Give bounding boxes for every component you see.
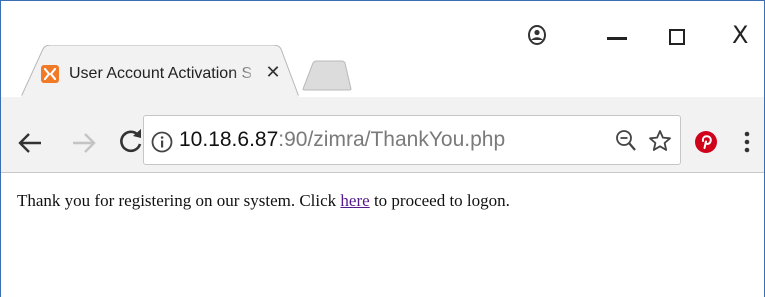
tab-title-fade <box>231 61 261 87</box>
minimize-button[interactable] <box>607 37 627 40</box>
back-arrow-icon[interactable] <box>17 130 43 156</box>
browser-window: User Account Activation S ✕ X 10.18.6.87… <box>0 0 765 297</box>
new-tab-button[interactable] <box>301 59 353 91</box>
info-icon[interactable] <box>151 131 173 153</box>
zoom-out-icon[interactable] <box>615 129 637 153</box>
bookmark-star-icon[interactable] <box>648 129 672 153</box>
kebab-menu-icon[interactable] <box>743 129 751 155</box>
xampp-icon <box>41 65 59 83</box>
reload-icon[interactable] <box>117 127 145 157</box>
message-before-link: Thank you for registering on our system.… <box>17 191 341 210</box>
thank-you-message: Thank you for registering on our system.… <box>17 191 510 211</box>
message-after-link: to proceed to logon. <box>369 191 510 210</box>
maximize-button[interactable] <box>669 29 685 45</box>
window-close-button[interactable]: X <box>732 23 754 47</box>
pinterest-icon[interactable] <box>694 130 718 154</box>
url-text[interactable]: 10.18.6.87:90/zimra/ThankYou.php <box>179 128 505 152</box>
url-path: :90/zimra/ThankYou.php <box>278 128 506 151</box>
profile-icon[interactable] <box>528 25 546 45</box>
logon-link[interactable]: here <box>340 191 369 210</box>
forward-arrow-icon[interactable] <box>71 130 97 156</box>
tab-close-icon[interactable]: ✕ <box>263 63 283 83</box>
tab-title: User Account Activation S <box>69 65 251 82</box>
url-host: 10.18.6.87 <box>179 128 279 151</box>
